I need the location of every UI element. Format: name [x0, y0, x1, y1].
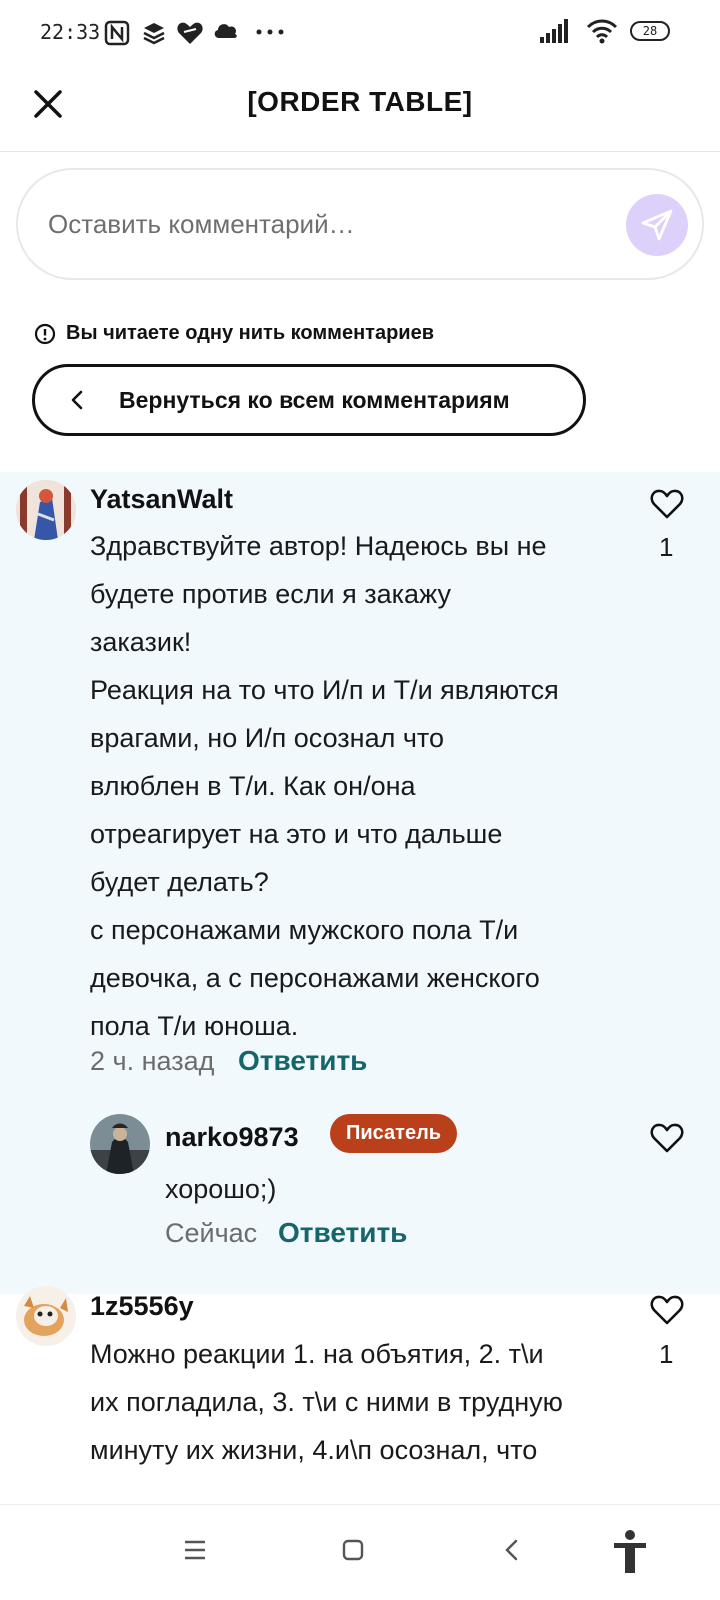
like-heart-icon[interactable] [650, 1294, 684, 1326]
home-icon[interactable] [341, 1538, 365, 1562]
heart-app-icon [177, 22, 203, 44]
like-count: 1 [659, 532, 674, 562]
more-notifications-icon [256, 29, 284, 35]
thread-notice-text: Вы читаете одну нить комментариев [66, 322, 435, 344]
comment-text: Можно реакции 1. на объятия, 2. т\и их п… [90, 1339, 563, 1465]
header: [ORDER TABLE] [0, 66, 720, 152]
comment-text: Здравствуйте автор! Надеюсь вы не будете… [90, 531, 559, 1041]
like-heart-icon[interactable] [650, 488, 684, 520]
back-to-all-label: Вернуться ко всем комментариям [119, 386, 510, 413]
avatar-image [16, 480, 76, 540]
chevron-left-icon [71, 390, 83, 410]
avatar[interactable] [90, 1114, 150, 1174]
avatar-image [90, 1114, 150, 1174]
status-time: 22:33 [40, 20, 101, 44]
back-icon[interactable] [502, 1538, 520, 1562]
comment-composer [16, 168, 704, 280]
like-count: 1 [659, 1339, 674, 1369]
writer-badge: Писатель [330, 1114, 458, 1153]
nfc-icon [104, 20, 130, 46]
like-heart-icon[interactable] [650, 1122, 684, 1154]
back-to-all-comments-button[interactable]: Вернуться ко всем комментариям [32, 364, 586, 436]
avatar[interactable] [16, 480, 76, 540]
accessibility-icon[interactable] [610, 1529, 650, 1575]
page-title: [ORDER TABLE] [247, 86, 473, 117]
comment-username[interactable]: narko9873 [165, 1122, 299, 1153]
status-bar: 22:33 28 [0, 0, 720, 66]
thread-notice: Вы читаете одну нить комментариев [34, 322, 434, 345]
avatar-image [16, 1286, 76, 1346]
signal-icon [540, 19, 568, 43]
send-button[interactable] [626, 194, 688, 256]
comment-input[interactable] [48, 170, 588, 278]
comment-time: 2 ч. назад [90, 1046, 215, 1076]
battery-icon: 28 [630, 21, 670, 41]
comment-text: хорошо;) [165, 1174, 277, 1204]
info-icon [34, 323, 56, 344]
send-icon [641, 209, 673, 241]
wifi-icon [586, 19, 618, 44]
reply-button[interactable]: Ответить [238, 1045, 367, 1077]
menu-icon[interactable] [183, 1539, 207, 1561]
system-navigation-bar [0, 1504, 720, 1600]
layers-icon [143, 23, 165, 45]
comment-time: Сейчас [165, 1218, 258, 1248]
avatar[interactable] [16, 1286, 76, 1346]
comment-username[interactable]: 1z5556y [90, 1291, 194, 1322]
reply-button[interactable]: Ответить [278, 1217, 407, 1249]
cloud-icon [214, 24, 237, 38]
comment-username[interactable]: YatsanWalt [90, 484, 233, 515]
